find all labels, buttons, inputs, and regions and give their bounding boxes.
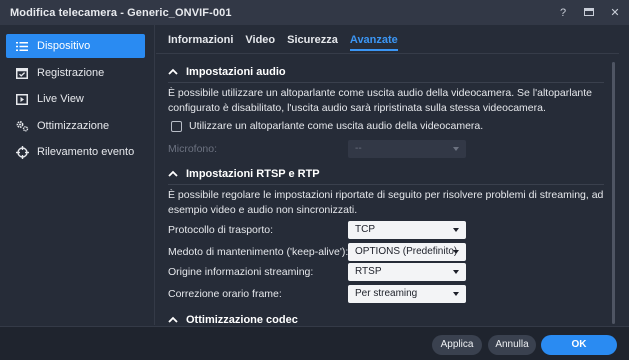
rtsp-description: È possibile regolare le impostazioni rip… [168,189,604,216]
window-controls: ? ✕ [557,0,621,25]
tab-avanzate[interactable]: Avanzate [349,33,398,53]
transport-protocol-select[interactable]: TCP [348,221,466,239]
sidebar-item-label: Registrazione [37,67,105,79]
microphone-select[interactable]: -- [348,140,466,158]
sidebar-item-ottimizzazione[interactable]: Ottimizzazione [6,114,145,138]
audio-section-header[interactable]: Impostazioni audio [168,63,286,81]
sidebar-item-label: Dispositivo [37,40,91,52]
sidebar-item-registrazione[interactable]: Registrazione [6,61,145,85]
stream-info-source-label: Origine informazioni streaming: [168,266,314,278]
chevron-up-icon [168,169,180,180]
calendar-icon [15,66,29,80]
frame-time-correction-label: Correzione orario frame: [168,288,282,300]
tab-bar: Informazioni Video Sicurezza Avanzate [168,33,398,53]
sidebar-item-dispositivo[interactable]: Dispositivo [6,34,145,58]
apply-button[interactable]: Applica [432,335,482,355]
transport-protocol-label: Protocollo di trasporto: [168,224,274,236]
gears-icon [15,119,29,133]
maximize-button[interactable] [583,7,595,19]
edit-camera-dialog: Modifica telecamera - Generic_ONVIF-001 … [0,0,629,360]
chevron-down-icon [453,147,459,151]
chevron-down-icon [453,270,459,274]
window-title: Modifica telecamera - Generic_ONVIF-001 [10,6,232,19]
chevron-down-icon [453,250,459,254]
stream-info-source-select[interactable]: RTSP [348,263,466,281]
sidebar-item-label: Rilevamento evento [37,146,135,158]
audio-description: È possibile utilizzare un altoparlante c… [168,87,592,114]
cancel-button[interactable]: Annulla [488,335,536,355]
sidebar-item-label: Ottimizzazione [37,120,110,132]
chevron-down-icon [453,228,459,232]
chevron-up-icon [168,315,180,326]
keep-alive-label: Medoto di mantenimento ('keep-alive'): [168,246,349,258]
sidebar: Dispositivo Registrazione Live View Otti… [0,25,155,325]
microphone-value: -- [355,143,362,154]
advanced-settings-panel: Impostazioni audio È possibile utilizzar… [168,58,608,326]
transport-protocol-value: TCP [355,224,375,235]
codec-section-title: Ottimizzazione codec [186,314,298,326]
crosshair-icon [15,145,29,159]
speaker-checkbox-label: Utilizzare un altoparlante come uscita a… [189,120,484,132]
title-bar: Modifica telecamera - Generic_ONVIF-001 … [0,0,629,25]
keep-alive-select[interactable]: OPTIONS (Predefinito) [348,243,466,261]
dialog-footer: Applica Annulla OK [0,326,629,360]
list-icon [15,39,29,53]
audio-divider [168,82,604,83]
play-icon [15,92,29,106]
keep-alive-value: OPTIONS (Predefinito) [355,246,458,257]
maximize-icon [584,7,594,16]
help-button[interactable]: ? [557,7,569,19]
audio-section-title: Impostazioni audio [186,66,286,78]
close-button[interactable]: ✕ [609,6,621,19]
rtsp-section-header[interactable]: Impostazioni RTSP e RTP [168,165,320,183]
stream-info-source-value: RTSP [355,266,382,277]
microphone-label: Microfono: [168,143,218,155]
sidebar-item-rilevamento-evento[interactable]: Rilevamento evento [6,140,145,164]
chevron-down-icon [453,292,459,296]
frame-time-correction-select[interactable]: Per streaming [348,285,466,303]
rtsp-divider [168,184,604,185]
frame-time-correction-value: Per streaming [355,288,418,299]
chevron-up-icon [168,67,180,78]
tab-video[interactable]: Video [245,33,275,53]
speaker-option[interactable]: Utilizzare un altoparlante come uscita a… [171,120,483,132]
tab-informazioni[interactable]: Informazioni [168,33,233,53]
scrollbar-thumb[interactable] [612,62,615,324]
tab-divider [156,53,619,54]
sidebar-item-live-view[interactable]: Live View [6,87,145,111]
ok-button[interactable]: OK [541,335,617,355]
speaker-checkbox[interactable] [171,120,182,132]
sidebar-item-label: Live View [37,93,84,105]
vertical-scrollbar[interactable] [612,62,615,324]
tab-sicurezza[interactable]: Sicurezza [287,33,338,53]
codec-section-header[interactable]: Ottimizzazione codec [168,311,298,326]
rtsp-section-title: Impostazioni RTSP e RTP [186,168,320,180]
